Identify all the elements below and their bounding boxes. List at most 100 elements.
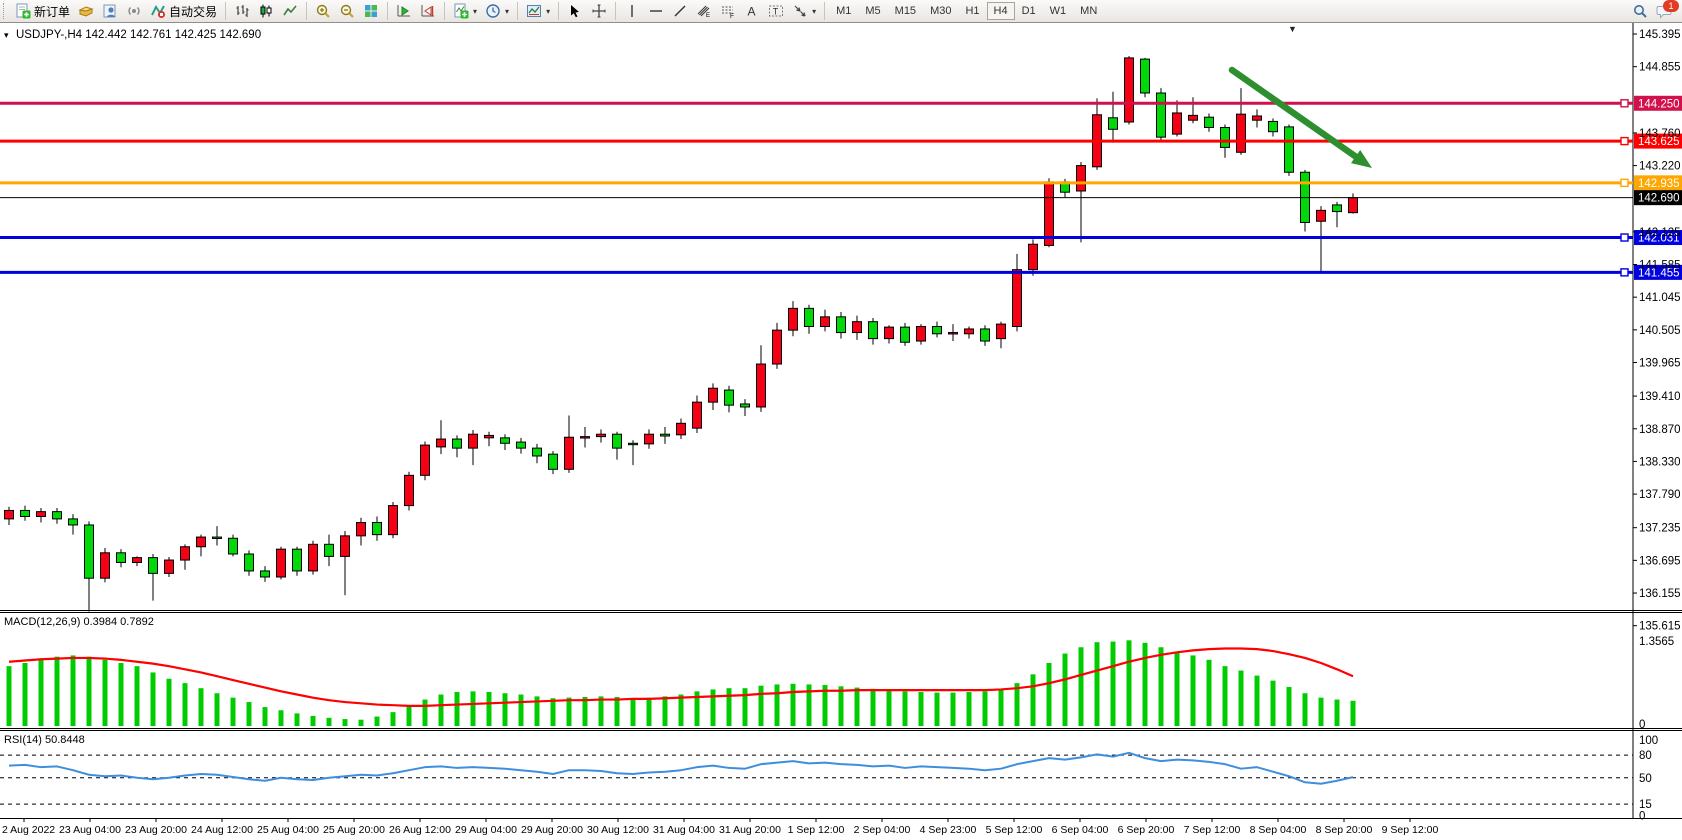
cursor-arrow-icon bbox=[567, 3, 583, 19]
zoom-in-icon bbox=[315, 3, 331, 19]
svg-text:138.870: 138.870 bbox=[1639, 424, 1681, 436]
svg-text:15: 15 bbox=[1639, 799, 1652, 811]
arrows-button[interactable]: ▾ bbox=[788, 1, 820, 21]
toolbar-separator bbox=[615, 2, 616, 20]
periods-dropdown-caret: ▾ bbox=[505, 7, 509, 16]
svg-text:145.395: 145.395 bbox=[1639, 29, 1681, 41]
horizontal-line-button[interactable] bbox=[644, 1, 668, 21]
svg-text:8 Sep 04:00: 8 Sep 04:00 bbox=[1250, 824, 1307, 836]
market-watch-button[interactable] bbox=[74, 1, 98, 21]
svg-text:30 Aug 12:00: 30 Aug 12:00 bbox=[587, 824, 649, 836]
svg-text:0: 0 bbox=[1639, 811, 1645, 823]
templates-icon bbox=[526, 3, 542, 19]
data-window-button[interactable] bbox=[98, 1, 122, 21]
svg-text:136.695: 136.695 bbox=[1639, 555, 1681, 567]
timeframe-m15-button[interactable]: M15 bbox=[888, 2, 923, 20]
toolbar-separator bbox=[444, 2, 445, 20]
timeframe-h1-button[interactable]: H1 bbox=[958, 2, 986, 20]
chart-shift-button[interactable] bbox=[416, 1, 440, 21]
chart-shift-icon bbox=[420, 3, 436, 19]
chart-shift-marker[interactable]: ▼ bbox=[1288, 24, 1297, 34]
equidistant-channel-icon: E bbox=[696, 3, 712, 19]
cursor-button[interactable] bbox=[563, 1, 587, 21]
periods-clock-icon bbox=[485, 3, 501, 19]
timeframe-m5-button[interactable]: M5 bbox=[858, 2, 887, 20]
timeframe-toolbar: M1M5M15M30H1H4D1W1MN bbox=[829, 2, 1104, 20]
bar-chart-icon bbox=[234, 3, 250, 19]
timeframe-h4-button[interactable]: H4 bbox=[987, 2, 1015, 20]
trendline-button[interactable] bbox=[668, 1, 692, 21]
chart-title: ▾USDJPY-,H4 142.442 142.761 142.425 142.… bbox=[4, 29, 261, 41]
svg-text:137.790: 137.790 bbox=[1639, 489, 1681, 501]
svg-text:RSI(14) 50.8448: RSI(14) 50.8448 bbox=[4, 734, 85, 746]
new-order-button[interactable]: 新订单 bbox=[11, 1, 74, 21]
notification-count-badge: 1 bbox=[1663, 0, 1679, 12]
timeframe-d1-button[interactable]: D1 bbox=[1015, 2, 1043, 20]
search-button[interactable] bbox=[1628, 1, 1652, 21]
svg-text:144.250: 144.250 bbox=[1638, 98, 1680, 110]
templates-button[interactable]: ▾ bbox=[522, 1, 554, 21]
svg-text:E: E bbox=[706, 13, 710, 19]
svg-text:5 Sep 12:00: 5 Sep 12:00 bbox=[986, 824, 1043, 836]
text-label-icon: T bbox=[768, 3, 784, 19]
zoom-out-button[interactable] bbox=[335, 1, 359, 21]
indicators-icon bbox=[453, 3, 469, 19]
indicators-dropdown-caret: ▾ bbox=[473, 7, 477, 16]
timeframe-mn-button[interactable]: MN bbox=[1073, 2, 1104, 20]
svg-text:2 Aug 2022: 2 Aug 2022 bbox=[2, 824, 55, 836]
auto-scroll-button[interactable] bbox=[392, 1, 416, 21]
notifications-button[interactable]: 1 bbox=[1652, 1, 1676, 21]
svg-text:6 Sep 20:00: 6 Sep 20:00 bbox=[1118, 824, 1175, 836]
indicators-button[interactable]: ▾ bbox=[449, 1, 481, 21]
line-chart-button[interactable] bbox=[278, 1, 302, 21]
search-icon bbox=[1632, 3, 1648, 19]
toolbar-separator bbox=[824, 2, 825, 20]
new-order-label: 新订单 bbox=[34, 3, 70, 20]
new-order-icon bbox=[15, 3, 31, 19]
arrows-dropdown-caret: ▾ bbox=[812, 7, 816, 16]
svg-text:24 Aug 12:00: 24 Aug 12:00 bbox=[191, 824, 253, 836]
svg-text:142.935: 142.935 bbox=[1638, 178, 1680, 190]
bar-chart-button[interactable] bbox=[230, 1, 254, 21]
svg-text:31 Aug 20:00: 31 Aug 20:00 bbox=[719, 824, 781, 836]
tile-windows-button[interactable] bbox=[359, 1, 383, 21]
toolbar-grip[interactable] bbox=[3, 3, 8, 19]
svg-text:100: 100 bbox=[1639, 735, 1658, 747]
periods-button[interactable]: ▾ bbox=[481, 1, 513, 21]
toolbar-separator bbox=[558, 2, 559, 20]
auto-trading-icon bbox=[150, 3, 166, 19]
crosshair-button[interactable] bbox=[587, 1, 611, 21]
auto-trading-label: 自动交易 bbox=[169, 3, 217, 20]
timeframe-m30-button[interactable]: M30 bbox=[923, 2, 958, 20]
svg-text:143.220: 143.220 bbox=[1639, 161, 1681, 173]
svg-text:T: T bbox=[773, 7, 779, 17]
zoom-out-icon bbox=[339, 3, 355, 19]
svg-text:136.155: 136.155 bbox=[1639, 588, 1681, 600]
svg-text:29 Aug 04:00: 29 Aug 04:00 bbox=[455, 824, 517, 836]
candlestick-chart-button[interactable] bbox=[254, 1, 278, 21]
equidistant-channel-button[interactable]: E bbox=[692, 1, 716, 21]
timeframe-m1-button[interactable]: M1 bbox=[829, 2, 858, 20]
auto-trading-button[interactable]: 自动交易 bbox=[146, 1, 221, 21]
arrows-icon bbox=[792, 3, 808, 19]
news-button[interactable] bbox=[122, 1, 146, 21]
svg-text:142.125: 142.125 bbox=[1639, 227, 1681, 239]
zoom-in-button[interactable] bbox=[311, 1, 335, 21]
svg-text:80: 80 bbox=[1639, 750, 1652, 762]
fibonacci-button[interactable]: F bbox=[716, 1, 740, 21]
svg-text:1.3565: 1.3565 bbox=[1639, 636, 1674, 648]
text-label-button[interactable]: T bbox=[764, 1, 788, 21]
text-button[interactable]: A bbox=[740, 1, 764, 21]
vertical-line-button[interactable] bbox=[620, 1, 644, 21]
svg-text:25 Aug 20:00: 25 Aug 20:00 bbox=[323, 824, 385, 836]
horizontal-line-icon bbox=[648, 3, 664, 19]
svg-text:141.585: 141.585 bbox=[1639, 260, 1681, 272]
svg-text:2 Sep 04:00: 2 Sep 04:00 bbox=[854, 824, 911, 836]
svg-text:31 Aug 04:00: 31 Aug 04:00 bbox=[653, 824, 715, 836]
svg-text:23 Aug 04:00: 23 Aug 04:00 bbox=[59, 824, 121, 836]
svg-text:9 Sep 12:00: 9 Sep 12:00 bbox=[1382, 824, 1439, 836]
svg-text:7 Sep 12:00: 7 Sep 12:00 bbox=[1184, 824, 1241, 836]
svg-text:141.045: 141.045 bbox=[1639, 292, 1681, 304]
timeframe-w1-button[interactable]: W1 bbox=[1043, 2, 1074, 20]
svg-text:29 Aug 20:00: 29 Aug 20:00 bbox=[521, 824, 583, 836]
